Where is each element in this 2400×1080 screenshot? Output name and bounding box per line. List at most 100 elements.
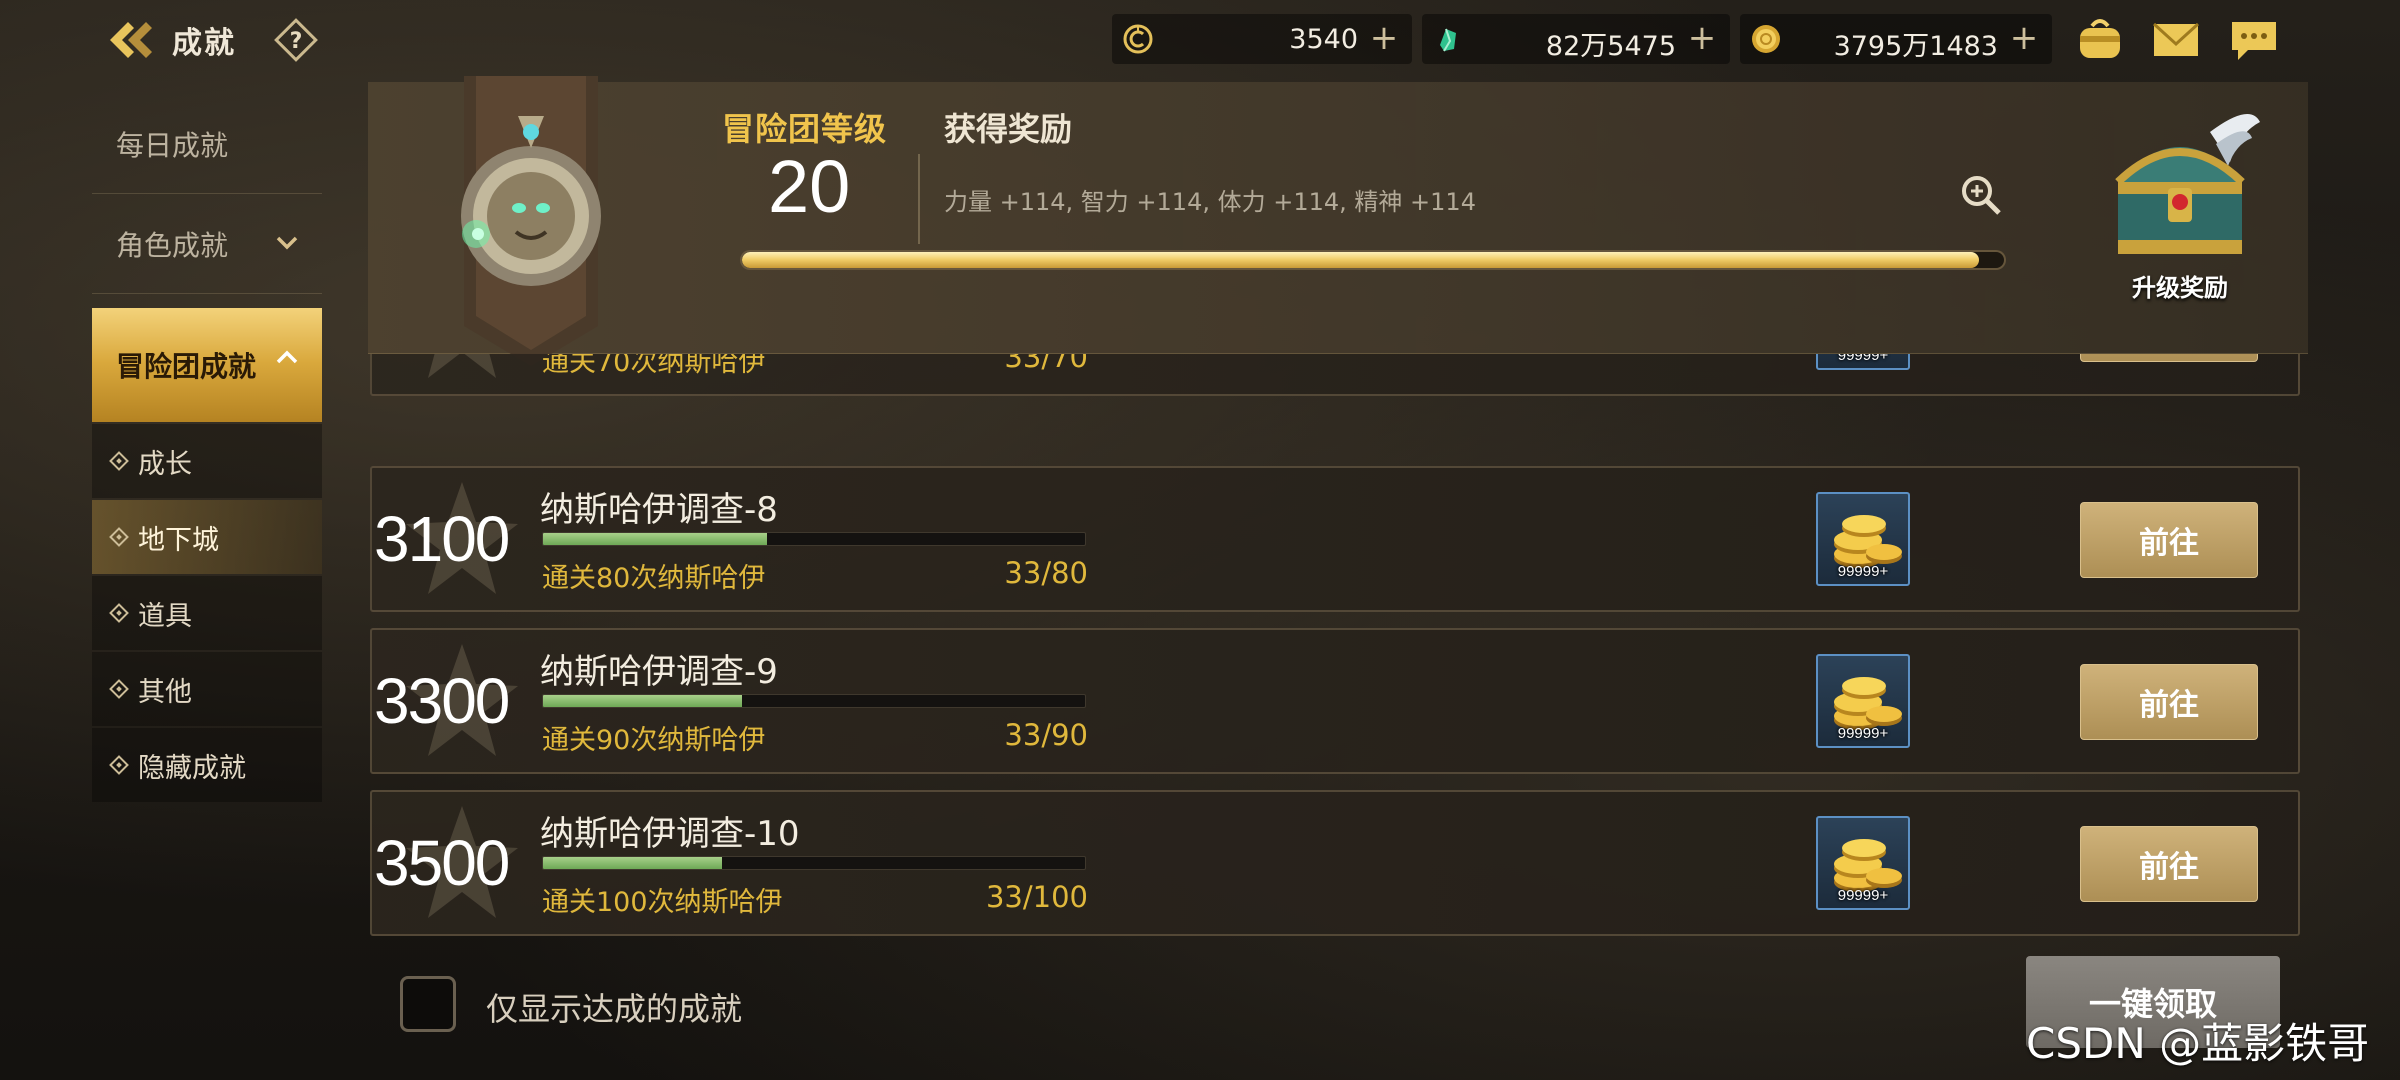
- bag-icon: [2080, 19, 2120, 58]
- achievement-points: 2300: [374, 354, 534, 360]
- achievement-row: 3300 纳斯哈伊调查-9 通关90次纳斯哈伊 33/90 99999+ 前往: [370, 628, 2300, 774]
- chat-button[interactable]: [2228, 16, 2280, 64]
- achievement-progress-fill: [543, 857, 722, 869]
- sidebar-item-adventure[interactable]: 冒险团成就: [92, 308, 322, 422]
- sidebar-subitem-label: 其他: [138, 676, 192, 708]
- level-progress-bar: [740, 250, 2006, 270]
- lion-emblem-icon: [461, 76, 601, 366]
- achievement-count: 33/90: [1004, 718, 1088, 752]
- achievement-list[interactable]: 2300 通关70次纳斯哈伊 33/70 99999+ 前往 3100 纳斯哈伊…: [368, 354, 2302, 936]
- achievement-points: 3500: [374, 827, 510, 899]
- only-completed-label: 仅显示达成的成就: [486, 990, 743, 1028]
- diamond-bullet-icon: [109, 679, 129, 699]
- mail-button[interactable]: [2150, 16, 2202, 64]
- achievement-condition: 通关80次纳斯哈伊: [542, 563, 766, 594]
- sidebar-item-character[interactable]: 角色成就: [92, 194, 322, 294]
- reward-item-slot[interactable]: 99999+: [1816, 354, 1910, 370]
- zoom-in-button[interactable]: [1958, 172, 2004, 218]
- page-title: 成就: [172, 26, 236, 61]
- reward-item-slot[interactable]: 99999+: [1816, 654, 1910, 748]
- reward-quantity: 99999+: [1837, 725, 1889, 742]
- reward-title: 获得奖励: [944, 110, 1073, 148]
- chat-icon: [2232, 22, 2276, 60]
- sidebar-subitem-growth[interactable]: 成长: [92, 424, 322, 498]
- add-currency-button[interactable]: +: [1368, 21, 1400, 56]
- top-bar: 成就 ? 3540 + 82万5475 + 3795万1483 +: [0, 0, 2400, 80]
- sidebar-subitem-other[interactable]: 其他: [92, 652, 322, 726]
- back-arrow-icon: [110, 22, 152, 58]
- sidebar-item-label: 每日成就: [116, 128, 229, 162]
- back-button[interactable]: [100, 14, 160, 66]
- reward-item-slot[interactable]: 99999+: [1816, 816, 1910, 910]
- question-mark-icon: ?: [274, 18, 318, 62]
- help-button[interactable]: ?: [272, 16, 320, 64]
- sidebar-subitem-label: 道具: [138, 600, 192, 632]
- currency-token: 3540 +: [1112, 14, 1412, 64]
- go-button[interactable]: 前往: [2080, 664, 2258, 740]
- sidebar-item-label: 角色成就: [116, 228, 229, 262]
- treasure-chest-icon: [2115, 114, 2260, 254]
- achievement-progress-fill: [543, 533, 767, 545]
- level-up-reward-chest[interactable]: [2090, 92, 2270, 292]
- achievement-points: 3100: [374, 503, 510, 575]
- currency-value: 3795万1483: [1833, 31, 1998, 62]
- achievement-count: 33/80: [1004, 556, 1088, 590]
- sidebar-subitem-label: 地下城: [138, 524, 219, 556]
- sidebar-item-daily[interactable]: 每日成就: [92, 94, 322, 194]
- zoom-in-icon: [1962, 176, 2001, 215]
- go-button[interactable]: 前往: [2080, 826, 2258, 902]
- currency-crystal: 82万5475 +: [1422, 14, 1730, 64]
- achievement-progress-bar: [542, 694, 1086, 708]
- reward-quantity: 99999+: [1837, 887, 1889, 904]
- achievement-count: 33/100: [985, 880, 1088, 914]
- currency-gold: 3795万1483 +: [1740, 14, 2052, 64]
- level-up-reward-label: 升级奖励: [2132, 274, 2228, 302]
- sidebar-subitem-hidden[interactable]: 隐藏成就: [92, 728, 322, 802]
- bag-button[interactable]: [2074, 16, 2126, 64]
- adventure-level-value: 20: [768, 145, 851, 228]
- add-currency-button[interactable]: +: [2008, 21, 2040, 56]
- sidebar-subitem-label: 成长: [138, 448, 192, 480]
- achievement-name: 纳斯哈伊调查-9: [540, 652, 778, 692]
- level-progress-fill: [742, 252, 1979, 268]
- achievement-count: 33/70: [1004, 354, 1088, 374]
- achievement-progress-bar: [542, 532, 1086, 546]
- crystal-icon: [1440, 28, 1456, 52]
- achievement-progress-bar: [542, 856, 1086, 870]
- achievement-name: 纳斯哈伊调查-10: [540, 814, 800, 854]
- reward-quantity: 99999+: [1837, 354, 1889, 364]
- sidebar-subitem-items[interactable]: 道具: [92, 576, 322, 650]
- reward-stats: 力量 +114, 智力 +114, 体力 +114, 精神 +114: [944, 188, 1476, 216]
- achievement-condition: 通关70次纳斯哈伊: [542, 354, 766, 378]
- diamond-bullet-icon: [109, 527, 129, 547]
- sidebar-item-label: 冒险团成就: [116, 350, 257, 383]
- sidebar-subitem-label: 隐藏成就: [138, 752, 246, 784]
- achievement-name: 纳斯哈伊调查-8: [540, 490, 778, 530]
- diamond-bullet-icon: [109, 603, 129, 623]
- achievement-condition: 通关100次纳斯哈伊: [542, 887, 783, 918]
- diamond-bullet-icon: [109, 451, 129, 471]
- achievement-row: 3500 纳斯哈伊调查-10 通关100次纳斯哈伊 33/100 99999+ …: [370, 790, 2300, 936]
- achievement-points: 3300: [374, 665, 510, 737]
- only-completed-checkbox[interactable]: [400, 976, 456, 1032]
- achievement-condition: 通关90次纳斯哈伊: [542, 725, 766, 756]
- add-currency-button[interactable]: +: [1686, 21, 1718, 56]
- currency-value: 82万5475: [1545, 31, 1676, 62]
- adventure-level-banner: 冒险团等级 20 获得奖励 力量 +114, 智力 +114, 体力 +114,…: [368, 76, 2308, 366]
- go-button[interactable]: 前往: [2080, 502, 2258, 578]
- go-button[interactable]: 前往: [2080, 354, 2258, 362]
- svg-text:?: ?: [290, 29, 303, 54]
- sidebar: 每日成就 角色成就 冒险团成就 成长 地下城 道具 其他 隐藏成就: [92, 94, 322, 802]
- token-icon: [1123, 24, 1153, 54]
- currency-value: 3540: [1289, 24, 1358, 55]
- reward-item-slot[interactable]: 99999+: [1816, 492, 1910, 586]
- sidebar-subitem-dungeon[interactable]: 地下城: [92, 500, 322, 574]
- chevron-up-icon: [276, 350, 298, 364]
- gold-coin-icon: [1752, 25, 1780, 53]
- achievement-progress-fill: [543, 695, 742, 707]
- reward-quantity: 99999+: [1837, 563, 1889, 580]
- watermark: CSDN @蓝影铁哥: [2026, 1019, 2370, 1068]
- diamond-bullet-icon: [109, 755, 129, 775]
- divider: [918, 154, 920, 244]
- achievement-row: 3100 纳斯哈伊调查-8 通关80次纳斯哈伊 33/80 99999+ 前往: [370, 466, 2300, 612]
